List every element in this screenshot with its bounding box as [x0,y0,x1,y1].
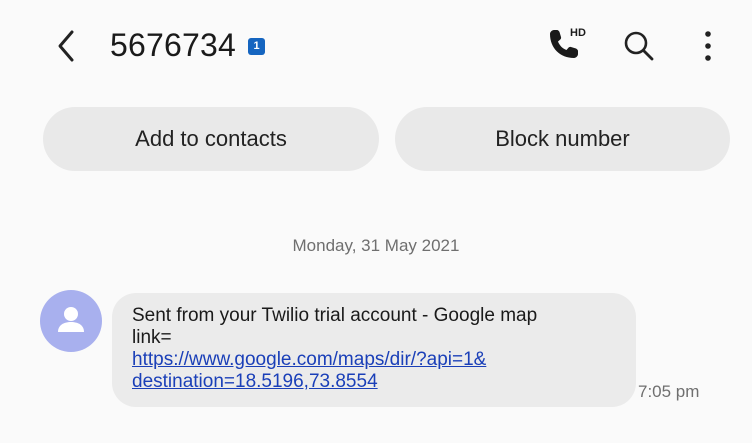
message-bubble[interactable]: Sent from your Twilio trial account - Go… [112,293,636,407]
block-number-button[interactable]: Block number [395,107,730,171]
hd-call-button[interactable]: HD [544,22,590,66]
back-button[interactable] [52,28,84,64]
person-icon [58,307,84,332]
sender-avatar[interactable] [40,290,102,352]
chevron-left-icon [58,30,74,62]
contact-number-title: 5676734 [110,27,236,63]
date-separator: Monday, 31 May 2021 [292,236,460,255]
more-options-button[interactable] [698,28,718,64]
search-button[interactable] [622,28,656,64]
message-timestamp: 7:05 pm [638,382,700,401]
message-link-line[interactable]: destination=18.5196,73.8554 [132,371,616,393]
sim-1-badge: 1 [248,38,265,55]
conversation-header: 5676734 1 HD [0,0,752,100]
message-text-line: Sent from your Twilio trial account - Go… [132,305,538,326]
add-to-contacts-button[interactable]: Add to contacts [43,107,379,171]
phone-hd-icon: HD [550,27,586,58]
search-icon [624,31,654,61]
hd-label: HD [570,27,586,39]
more-vertical-icon [705,31,711,61]
message-link-line[interactable]: https://www.google.com/maps/dir/?api=1& [132,349,616,371]
message-text-line: link= [132,327,172,348]
